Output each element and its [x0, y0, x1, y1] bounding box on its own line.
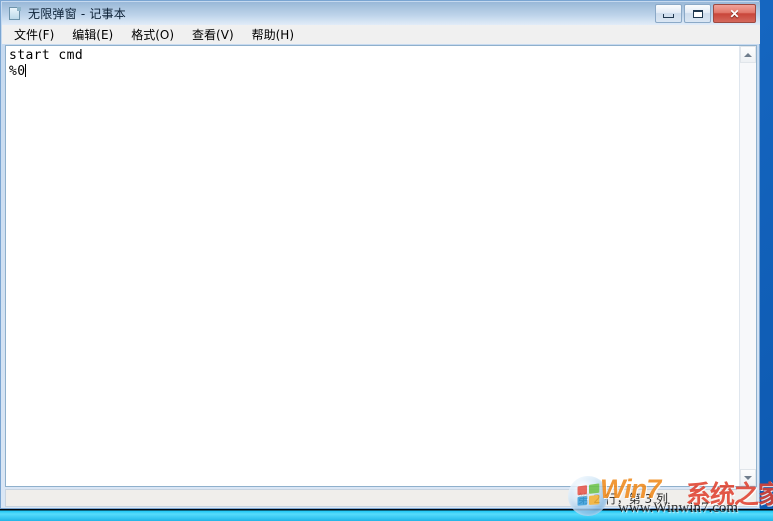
window-title: 无限弹窗 - 记事本 [28, 7, 126, 21]
scroll-up-button[interactable] [740, 46, 756, 63]
close-button[interactable]: ✕ [713, 4, 756, 23]
title-bar[interactable]: 无限弹窗 - 记事本 ✕ [2, 2, 760, 25]
scroll-down-button[interactable] [740, 469, 756, 486]
maximize-button[interactable] [684, 4, 711, 23]
minimize-button[interactable] [655, 4, 682, 23]
menu-item-help[interactable]: 帮助(H) [243, 24, 303, 46]
scroll-up-arrow-icon [744, 52, 752, 57]
text-caret [25, 64, 27, 77]
menu-item-format[interactable]: 格式(O) [122, 24, 183, 46]
scrollbar-track[interactable] [740, 63, 756, 469]
client-area: start cmd %0 [5, 45, 757, 487]
minimize-icon [663, 14, 674, 18]
caption-buttons: ✕ [655, 4, 756, 23]
menu-item-edit[interactable]: 编辑(E) [63, 24, 122, 46]
scroll-down-arrow-icon [744, 475, 752, 480]
notepad-document-icon [7, 6, 23, 22]
menu-bar: 文件(F) 编辑(E) 格式(O) 查看(V) 帮助(H) [2, 25, 760, 44]
editor-line: start cmd [9, 48, 84, 63]
screen: 无限弹窗 - 记事本 ✕ 文件(F) 编辑(E) 格式(O) 查看(V) 帮助(… [0, 0, 773, 521]
notepad-window: 无限弹窗 - 记事本 ✕ 文件(F) 编辑(E) 格式(O) 查看(V) 帮助(… [0, 0, 760, 509]
maximize-icon [692, 9, 703, 18]
vertical-scrollbar[interactable] [739, 46, 756, 486]
text-editor[interactable]: start cmd %0 [6, 46, 739, 486]
close-icon: ✕ [729, 6, 740, 21]
editor-line: %0 [9, 64, 739, 80]
menu-item-file[interactable]: 文件(F) [5, 24, 63, 46]
caret-position-status: 第 2 行，第 3 列 [577, 491, 668, 506]
status-bar: 第 2 行，第 3 列 [5, 489, 757, 507]
editor-line-text: %0 [9, 64, 26, 79]
taskbar[interactable] [0, 509, 773, 521]
menu-item-view[interactable]: 查看(V) [183, 24, 243, 46]
